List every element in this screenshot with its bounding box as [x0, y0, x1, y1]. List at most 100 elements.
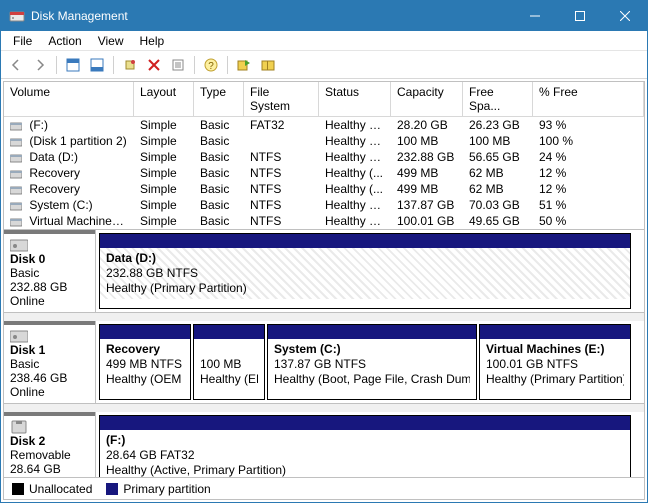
partition[interactable]: 100 MBHealthy (EFI Sy	[193, 324, 265, 400]
col-free[interactable]: Free Spa...	[463, 82, 533, 117]
cell-status: Healthy (...	[319, 181, 391, 197]
volume-row[interactable]: (Disk 1 partition 2)SimpleBasicHealthy (…	[4, 133, 644, 149]
help-icon[interactable]: ?	[200, 54, 222, 76]
cell-layout: Simple	[134, 197, 194, 213]
partition-header	[268, 325, 476, 339]
cell-type: Basic	[194, 165, 244, 181]
swatch-primary	[106, 483, 118, 495]
cell-fs	[244, 133, 319, 149]
partition-status: Healthy (OEM Partit	[106, 372, 184, 387]
disk-type: Removable	[10, 448, 89, 462]
cell-volume: System (C:)	[4, 197, 134, 213]
legend-primary-label: Primary partition	[123, 482, 210, 496]
col-type[interactable]: Type	[194, 82, 244, 117]
volume-list-body: (F:)SimpleBasicFAT32Healthy (A...28.20 G…	[4, 117, 644, 229]
disk-info[interactable]: Disk 2Removable28.64 GBOnline	[4, 412, 96, 477]
cell-pct: 12 %	[533, 181, 644, 197]
cell-status: Healthy (...	[319, 165, 391, 181]
legend-primary: Primary partition	[106, 482, 210, 496]
disk-type: Basic	[10, 266, 89, 280]
menu-view[interactable]: View	[90, 32, 132, 50]
partition[interactable]: Data (D:)232.88 GB NTFSHealthy (Primary …	[99, 233, 631, 309]
cell-layout: Simple	[134, 165, 194, 181]
cell-free: 26.23 GB	[463, 117, 533, 133]
volume-row[interactable]: RecoverySimpleBasicNTFSHealthy (...499 M…	[4, 181, 644, 197]
disk-state: Online	[10, 294, 89, 308]
volume-row[interactable]: Virtual Machines (...SimpleBasicNTFSHeal…	[4, 213, 644, 229]
cell-fs: NTFS	[244, 181, 319, 197]
app-icon	[9, 8, 25, 24]
separator	[56, 56, 57, 74]
col-capacity[interactable]: Capacity	[391, 82, 463, 117]
toolbar: ?	[1, 51, 647, 79]
disk-partitions: (F:)28.64 GB FAT32Healthy (Active, Prima…	[96, 412, 644, 477]
cell-capacity: 499 MB	[391, 165, 463, 181]
menu-action[interactable]: Action	[40, 32, 89, 50]
disk-info[interactable]: Disk 1Basic238.46 GBOnline	[4, 321, 96, 403]
disk-gap	[4, 313, 644, 321]
legend-unallocated-label: Unallocated	[29, 482, 92, 496]
separator	[194, 56, 195, 74]
cell-status: Healthy (P...	[319, 149, 391, 165]
close-button[interactable]	[602, 1, 647, 31]
partition[interactable]: Recovery499 MB NTFSHealthy (OEM Partit	[99, 324, 191, 400]
partition[interactable]: System (C:)137.87 GB NTFSHealthy (Boot, …	[267, 324, 477, 400]
col-status[interactable]: Status	[319, 82, 391, 117]
disk-info[interactable]: Disk 0Basic232.88 GBOnline	[4, 230, 96, 312]
cell-type: Basic	[194, 213, 244, 229]
partition[interactable]: Virtual Machines (E:)100.01 GB NTFSHealt…	[479, 324, 631, 400]
minimize-button[interactable]	[512, 1, 557, 31]
col-pctfree[interactable]: % Free	[533, 82, 644, 117]
disk-state: Online	[10, 385, 89, 399]
cell-free: 100 MB	[463, 133, 533, 149]
action-a-icon[interactable]	[233, 54, 255, 76]
layout-bottom-button[interactable]	[86, 54, 108, 76]
cell-free: 62 MB	[463, 181, 533, 197]
disk-state: Online	[10, 476, 89, 477]
cell-free: 62 MB	[463, 165, 533, 181]
col-layout[interactable]: Layout	[134, 82, 194, 117]
cell-fs: NTFS	[244, 149, 319, 165]
partition-title: Recovery	[106, 342, 184, 357]
cell-pct: 12 %	[533, 165, 644, 181]
menu-help[interactable]: Help	[132, 32, 173, 50]
layout-top-button[interactable]	[62, 54, 84, 76]
cell-fs: NTFS	[244, 213, 319, 229]
menu-file[interactable]: File	[5, 32, 40, 50]
partition-body: System (C:)137.87 GB NTFSHealthy (Boot, …	[268, 339, 476, 390]
partition-header	[194, 325, 264, 339]
volume-row[interactable]: System (C:)SimpleBasicNTFSHealthy (B...1…	[4, 197, 644, 213]
properties-icon[interactable]	[167, 54, 189, 76]
delete-icon[interactable]	[143, 54, 165, 76]
cell-layout: Simple	[134, 181, 194, 197]
cell-type: Basic	[194, 117, 244, 133]
main-panel: Volume Layout Type File System Status Ca…	[3, 81, 645, 500]
forward-button[interactable]	[29, 54, 51, 76]
legend-unallocated: Unallocated	[12, 482, 92, 496]
col-filesystem[interactable]: File System	[244, 82, 319, 117]
cell-capacity: 100 MB	[391, 133, 463, 149]
volume-row[interactable]: RecoverySimpleBasicNTFSHealthy (...499 M…	[4, 165, 644, 181]
legend: Unallocated Primary partition	[4, 477, 644, 499]
cell-fs: NTFS	[244, 197, 319, 213]
partition[interactable]: (F:)28.64 GB FAT32Healthy (Active, Prima…	[99, 415, 631, 477]
cell-capacity: 499 MB	[391, 181, 463, 197]
partition-title: (F:)	[106, 433, 624, 448]
disk-row: Disk 1Basic238.46 GBOnlineRecovery499 MB…	[4, 321, 644, 404]
cell-fs: FAT32	[244, 117, 319, 133]
volume-list: Volume Layout Type File System Status Ca…	[4, 82, 644, 230]
partition-header	[100, 234, 630, 248]
partition-size: 499 MB NTFS	[106, 357, 184, 372]
col-volume[interactable]: Volume	[4, 82, 134, 117]
volume-row[interactable]: (F:)SimpleBasicFAT32Healthy (A...28.20 G…	[4, 117, 644, 133]
action-b-icon[interactable]	[257, 54, 279, 76]
back-button[interactable]	[5, 54, 27, 76]
cell-volume: Recovery	[4, 181, 134, 197]
volume-row[interactable]: Data (D:)SimpleBasicNTFSHealthy (P...232…	[4, 149, 644, 165]
partition-body: Data (D:)232.88 GB NTFSHealthy (Primary …	[100, 248, 630, 299]
disk-size: 28.64 GB	[10, 462, 89, 476]
partition-status: Healthy (Active, Primary Partition)	[106, 463, 624, 477]
maximize-button[interactable]	[557, 1, 602, 31]
settings-icon[interactable]	[119, 54, 141, 76]
disk-map: Disk 0Basic232.88 GBOnlineData (D:)232.8…	[4, 230, 644, 477]
